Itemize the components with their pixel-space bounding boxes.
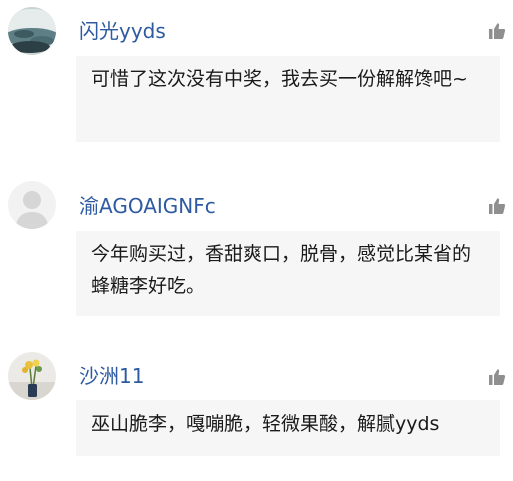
- thumbs-up-icon[interactable]: [488, 368, 506, 386]
- user-avatar[interactable]: [8, 352, 56, 400]
- username[interactable]: 闪光yyds: [79, 19, 166, 43]
- user-avatar[interactable]: [8, 181, 56, 229]
- thumbs-up-icon[interactable]: [488, 22, 506, 40]
- default-person-avatar-icon: [8, 181, 56, 229]
- thumbs-up-icon[interactable]: [488, 197, 506, 215]
- comment-text: 今年购买过，香甜爽口，脱骨，感觉比某省的蜂糖李好吃。: [76, 231, 500, 316]
- comment-text: 可惜了这次没有中奖，我去买一份解解馋吧~: [76, 56, 500, 142]
- user-avatar[interactable]: [8, 7, 56, 55]
- comment-text: 巫山脆李，嘎嘣脆，轻微果酸，解腻yyds: [76, 400, 500, 456]
- username[interactable]: 渝AGOAIGNFc: [79, 194, 216, 218]
- username[interactable]: 沙洲11: [79, 364, 144, 388]
- scenic-avatar-icon: [8, 7, 56, 55]
- flower-vase-avatar-icon: [8, 352, 56, 400]
